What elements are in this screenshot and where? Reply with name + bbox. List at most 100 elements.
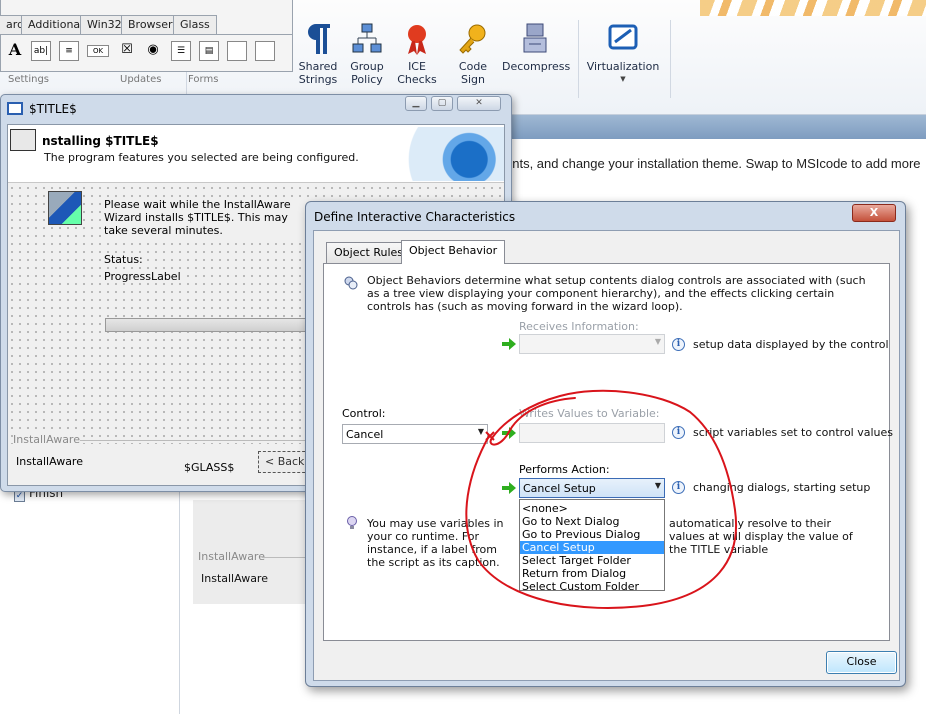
installaware-text: InstallAware: [16, 455, 83, 468]
wizard-header-subtitle: The program features you selected are be…: [44, 151, 359, 164]
ribbon-group-label-settings: Settings: [8, 74, 50, 85]
option-select-custom-folder[interactable]: Select Custom Folder: [520, 580, 664, 593]
ribbon-separator: [578, 20, 579, 98]
frame-tool-icon[interactable]: [255, 41, 275, 61]
shared-strings-label: Shared Strings: [298, 60, 338, 86]
toolbox-tab-glass[interactable]: Glass: [173, 15, 217, 34]
performs-hint: changing dialogs, starting setup: [693, 481, 871, 494]
performs-action-value: Cancel Setup: [523, 482, 596, 495]
dialog-title: Define Interactive Characteristics: [314, 210, 516, 224]
code-sign-button[interactable]: Code Sign: [452, 22, 494, 86]
tab-object-behavior[interactable]: Object Behavior: [401, 240, 506, 264]
progress-label: ProgressLabel: [104, 270, 181, 283]
info-icon: i: [672, 338, 685, 351]
option-cancel-setup[interactable]: Cancel Setup: [520, 541, 664, 554]
wizard-window-title: $TITLE$: [29, 102, 77, 116]
back-button[interactable]: < Back: [258, 451, 310, 473]
behavior-info-icon: [344, 276, 358, 290]
group-policy-label: Group Policy: [350, 60, 384, 86]
radio-tool-icon[interactable]: ◉: [143, 41, 163, 61]
control-label: Control:: [342, 407, 386, 420]
code-sign-label: Code Sign: [458, 60, 488, 86]
dialog-close-x-button[interactable]: X: [852, 204, 896, 222]
finish-checkbox[interactable]: ✓: [14, 491, 25, 502]
option-select-target-folder[interactable]: Select Target Folder: [520, 554, 664, 567]
label-tool-icon[interactable]: A: [5, 41, 25, 61]
minimize-button[interactable]: ▁: [405, 96, 427, 111]
page-description: ents, and change your installation theme…: [505, 156, 921, 171]
info-icon: i: [672, 426, 685, 439]
control-combo[interactable]: Cancel ▼: [342, 424, 488, 444]
green-arrow-icon: [502, 427, 516, 439]
option-go-to-next-dialog[interactable]: Go to Next Dialog: [520, 515, 664, 528]
close-window-button[interactable]: ✕: [457, 96, 501, 111]
performs-action-label: Performs Action:: [519, 463, 610, 476]
pilcrow-icon: [308, 24, 330, 54]
performs-action-dropdown-list[interactable]: <none> Go to Next Dialog Go to Previous …: [519, 499, 665, 593]
performs-action-combo[interactable]: Cancel Setup ▼: [519, 478, 665, 498]
toolbox-tab-browser[interactable]: Browser: [121, 15, 180, 34]
chevron-down-icon: ▼: [477, 427, 484, 436]
ribbon-separator: [670, 20, 671, 98]
ribbon-group-label-forms: Forms: [188, 74, 219, 85]
key-icon: [459, 24, 486, 54]
decompress-button[interactable]: Decompress: [502, 22, 571, 73]
installaware-group-label: InstallAware: [198, 550, 265, 563]
receives-information-label: Receives Information:: [519, 320, 639, 333]
writes-hint: script variables set to control values: [693, 426, 894, 439]
virtualization-icon: [608, 24, 638, 50]
ribbon-award-icon: [408, 25, 426, 55]
ice-checks-button[interactable]: ICE Checks: [396, 22, 438, 86]
installaware-text: InstallAware: [201, 572, 268, 585]
listbox-tool-icon[interactable]: ☰: [171, 41, 191, 61]
ice-checks-label: ICE Checks: [397, 60, 437, 86]
writes-values-label: Writes Values to Variable:: [519, 407, 660, 420]
network-icon: [352, 23, 382, 53]
ribbon-decoration: [700, 0, 926, 16]
receives-hint: setup data displayed by the control: [693, 338, 889, 351]
behavior-description: Object Behaviors determine what setup co…: [367, 274, 866, 313]
decompress-icon: [523, 23, 547, 53]
green-arrow-icon: [502, 482, 516, 494]
ribbon-group-label-updates: Updates: [120, 74, 162, 85]
tip-text-continued: automatically resolve to their values at…: [669, 517, 853, 556]
panel-tool-icon[interactable]: [227, 41, 247, 61]
green-arrow-icon: [502, 338, 516, 350]
dialog-client-area: Object Rules Object Behavior Object Beha…: [313, 230, 900, 681]
option-none[interactable]: <none>: [520, 502, 664, 515]
virtualization-button[interactable]: Virtualization ▼: [586, 22, 660, 86]
window-app-icon: [7, 102, 23, 115]
object-behavior-page: Object Behaviors determine what setup co…: [323, 263, 894, 641]
textbox-tool-icon[interactable]: ab|: [31, 41, 51, 61]
group-policy-button[interactable]: Group Policy: [345, 22, 389, 86]
wizard-header: nstalling $TITLE$ The program features y…: [8, 125, 504, 183]
button-tool-icon[interactable]: OK: [87, 45, 109, 57]
define-interactive-characteristics-dialog: Define Interactive Characteristics X Obj…: [305, 201, 906, 687]
installaware-group-label: InstallAware: [13, 433, 80, 446]
wizard-header-title: nstalling $TITLE$: [42, 134, 159, 148]
option-go-to-previous-dialog[interactable]: Go to Previous Dialog: [520, 528, 664, 541]
memo-tool-icon[interactable]: ≡: [59, 41, 79, 61]
virtualization-label: Virtualization: [586, 60, 660, 73]
combobox-tool-icon[interactable]: ▤: [199, 41, 219, 61]
option-return-from-dialog[interactable]: Return from Dialog: [520, 567, 664, 580]
chevron-down-icon: ▼: [620, 75, 626, 83]
tree-pane: [0, 480, 180, 714]
status-label: Status:: [104, 253, 143, 266]
progress-bar: [105, 318, 311, 332]
toolbox-panel: ard Additional Win32 Browser Glass A ab|…: [0, 0, 293, 72]
control-combo-value: Cancel: [346, 428, 384, 441]
computer-install-icon: [48, 191, 82, 225]
wizard-logo-graphic: [388, 127, 504, 181]
writes-values-input: [519, 423, 665, 443]
checkbox-tool-icon[interactable]: ☒: [117, 41, 137, 61]
tab-object-rules[interactable]: Object Rules: [326, 242, 411, 263]
decompress-label: Decompress: [502, 60, 571, 73]
wait-message: Please wait while the InstallAware Wizar…: [104, 198, 310, 237]
receives-information-combo: ▼: [519, 334, 665, 354]
maximize-button[interactable]: ▢: [431, 96, 453, 111]
installer-icon: [10, 129, 36, 151]
tip-text: You may use variables in your co runtime…: [367, 517, 504, 569]
close-button[interactable]: Close: [826, 651, 897, 674]
shared-strings-button[interactable]: Shared Strings: [296, 22, 340, 86]
